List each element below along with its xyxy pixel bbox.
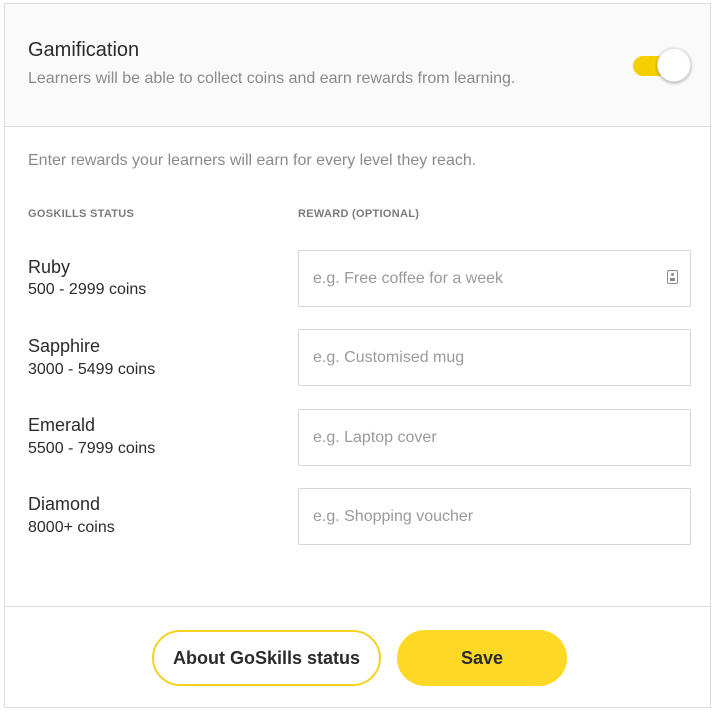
- reward-column-header: REWARD (OPTIONAL): [298, 208, 420, 220]
- level-name-diamond: Diamond: [28, 494, 101, 514]
- level-name-emerald: Emerald: [28, 415, 96, 435]
- level-range-ruby: 500 - 2999 coins: [28, 281, 147, 298]
- status-column-header: GOSKILLS STATUS: [28, 208, 135, 220]
- gamification-toggle[interactable]: [633, 48, 691, 82]
- level-range-sapphire: 3000 - 5499 coins: [28, 361, 156, 378]
- save-button[interactable]: Save: [397, 630, 567, 686]
- level-name-sapphire: Sapphire: [28, 336, 101, 356]
- gamification-title: Gamification: [28, 39, 140, 61]
- rewards-intro-text: Enter rewards your learners will earn fo…: [28, 152, 477, 169]
- reward-input-sapphire[interactable]: [298, 329, 691, 386]
- reward-input-ruby[interactable]: [298, 250, 691, 307]
- level-range-emerald: 5500 - 7999 coins: [28, 440, 156, 457]
- level-name-ruby: Ruby: [28, 257, 71, 277]
- footer-divider: [5, 606, 710, 607]
- reward-input-diamond[interactable]: [298, 488, 691, 545]
- gamification-header: Gamification Learners will be able to co…: [5, 4, 710, 127]
- contact-card-icon[interactable]: [667, 270, 678, 284]
- toggle-knob: [657, 48, 691, 82]
- level-range-diamond: 8000+ coins: [28, 519, 115, 536]
- reward-input-emerald[interactable]: [298, 409, 691, 466]
- about-goskills-status-button[interactable]: About GoSkills status: [152, 630, 381, 686]
- gamification-panel: Gamification Learners will be able to co…: [4, 3, 711, 708]
- gamification-description: Learners will be able to collect coins a…: [28, 70, 516, 87]
